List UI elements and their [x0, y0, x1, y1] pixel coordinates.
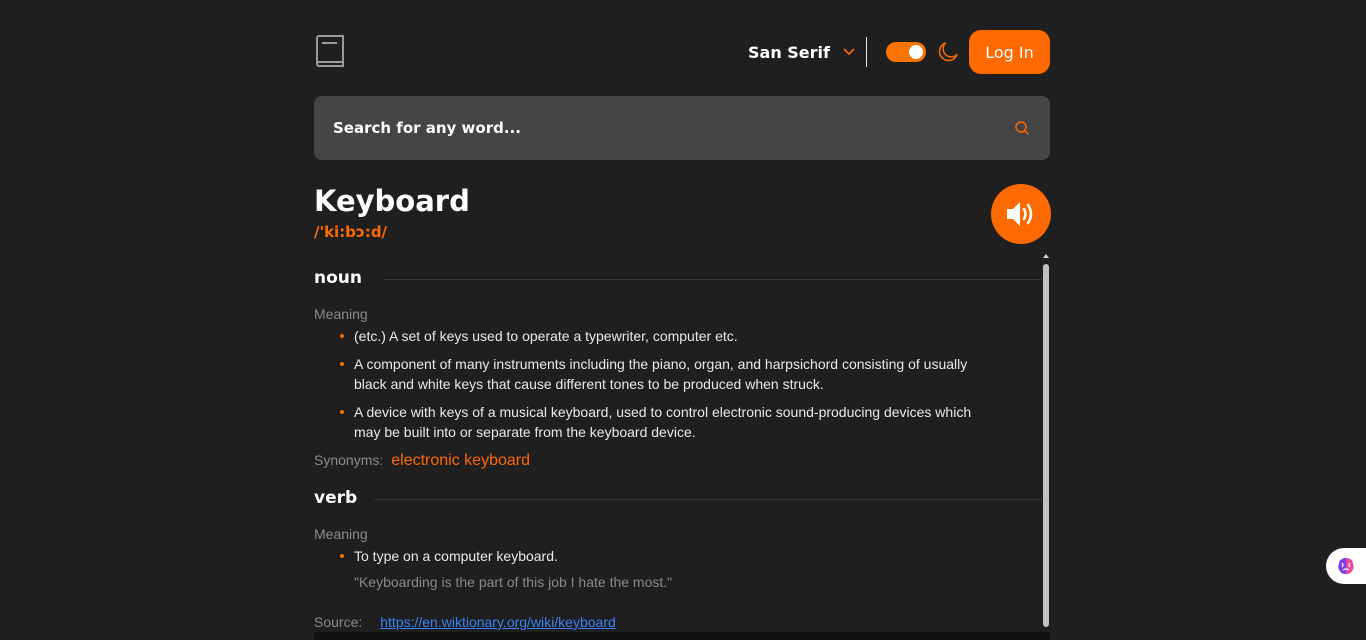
synonyms-row: Synonyms: electronic keyboard [314, 452, 1042, 470]
part-of-speech: verb [314, 488, 358, 508]
chevron-down-icon [843, 48, 855, 56]
part-of-speech-row: noun [314, 262, 1042, 296]
play-audio-button[interactable] [991, 184, 1051, 244]
search-icon[interactable] [1014, 120, 1030, 136]
scroll-up-arrow[interactable] [1043, 254, 1049, 258]
dark-mode-toggle[interactable] [886, 42, 926, 62]
font-selector-value: San Serif [748, 42, 830, 62]
book-icon[interactable] [314, 35, 346, 69]
section-divider [384, 279, 1042, 280]
header-divider [866, 37, 867, 67]
definition-item: To type on a computer keyboard. [340, 546, 984, 566]
part-of-speech-row: verb [314, 482, 1042, 516]
scrollbar[interactable] [1042, 254, 1050, 640]
definition-item: (etc.) A set of keys used to operate a t… [340, 326, 984, 346]
speaker-icon [1007, 202, 1033, 226]
header: San Serif Log In [314, 30, 1050, 74]
synonyms-label: Synonyms: [314, 452, 384, 468]
assistant-widget-button[interactable] [1326, 548, 1366, 584]
meaning-label: Meaning [314, 306, 368, 322]
horizontal-scrollbar [314, 632, 1050, 640]
example-sentence: "Keyboarding is the part of this job I h… [354, 574, 673, 590]
section-divider [374, 499, 1042, 500]
word-title: Keyboard [314, 184, 470, 218]
definition-list: To type on a computer keyboard. [314, 546, 984, 566]
moon-icon [938, 42, 958, 62]
source-row: Source: https://en.wiktionary.org/wiki/k… [314, 614, 1042, 630]
brain-icon [1338, 558, 1354, 574]
definition-item: A device with keys of a musical keyboard… [340, 402, 984, 442]
search-input[interactable] [314, 96, 994, 160]
font-selector[interactable]: San Serif [748, 30, 856, 74]
source-link[interactable]: https://en.wiktionary.org/wiki/keyboard [380, 614, 616, 630]
scrollbar-thumb[interactable] [1043, 264, 1049, 627]
synonym-link[interactable]: electronic keyboard [391, 452, 530, 470]
part-of-speech: noun [314, 268, 362, 288]
meaning-label: Meaning [314, 526, 368, 542]
toggle-knob [909, 45, 923, 59]
login-button[interactable]: Log In [969, 30, 1050, 74]
source-label: Source: [314, 614, 363, 630]
definition-item: A component of many instruments includin… [340, 354, 984, 394]
definition-list: (etc.) A set of keys used to operate a t… [314, 326, 984, 442]
definition-content: noun Meaning (etc.) A set of keys used t… [314, 262, 1042, 640]
phonetic: /'ki:bↄ:d/ [314, 223, 388, 241]
search-bar [314, 96, 1050, 160]
